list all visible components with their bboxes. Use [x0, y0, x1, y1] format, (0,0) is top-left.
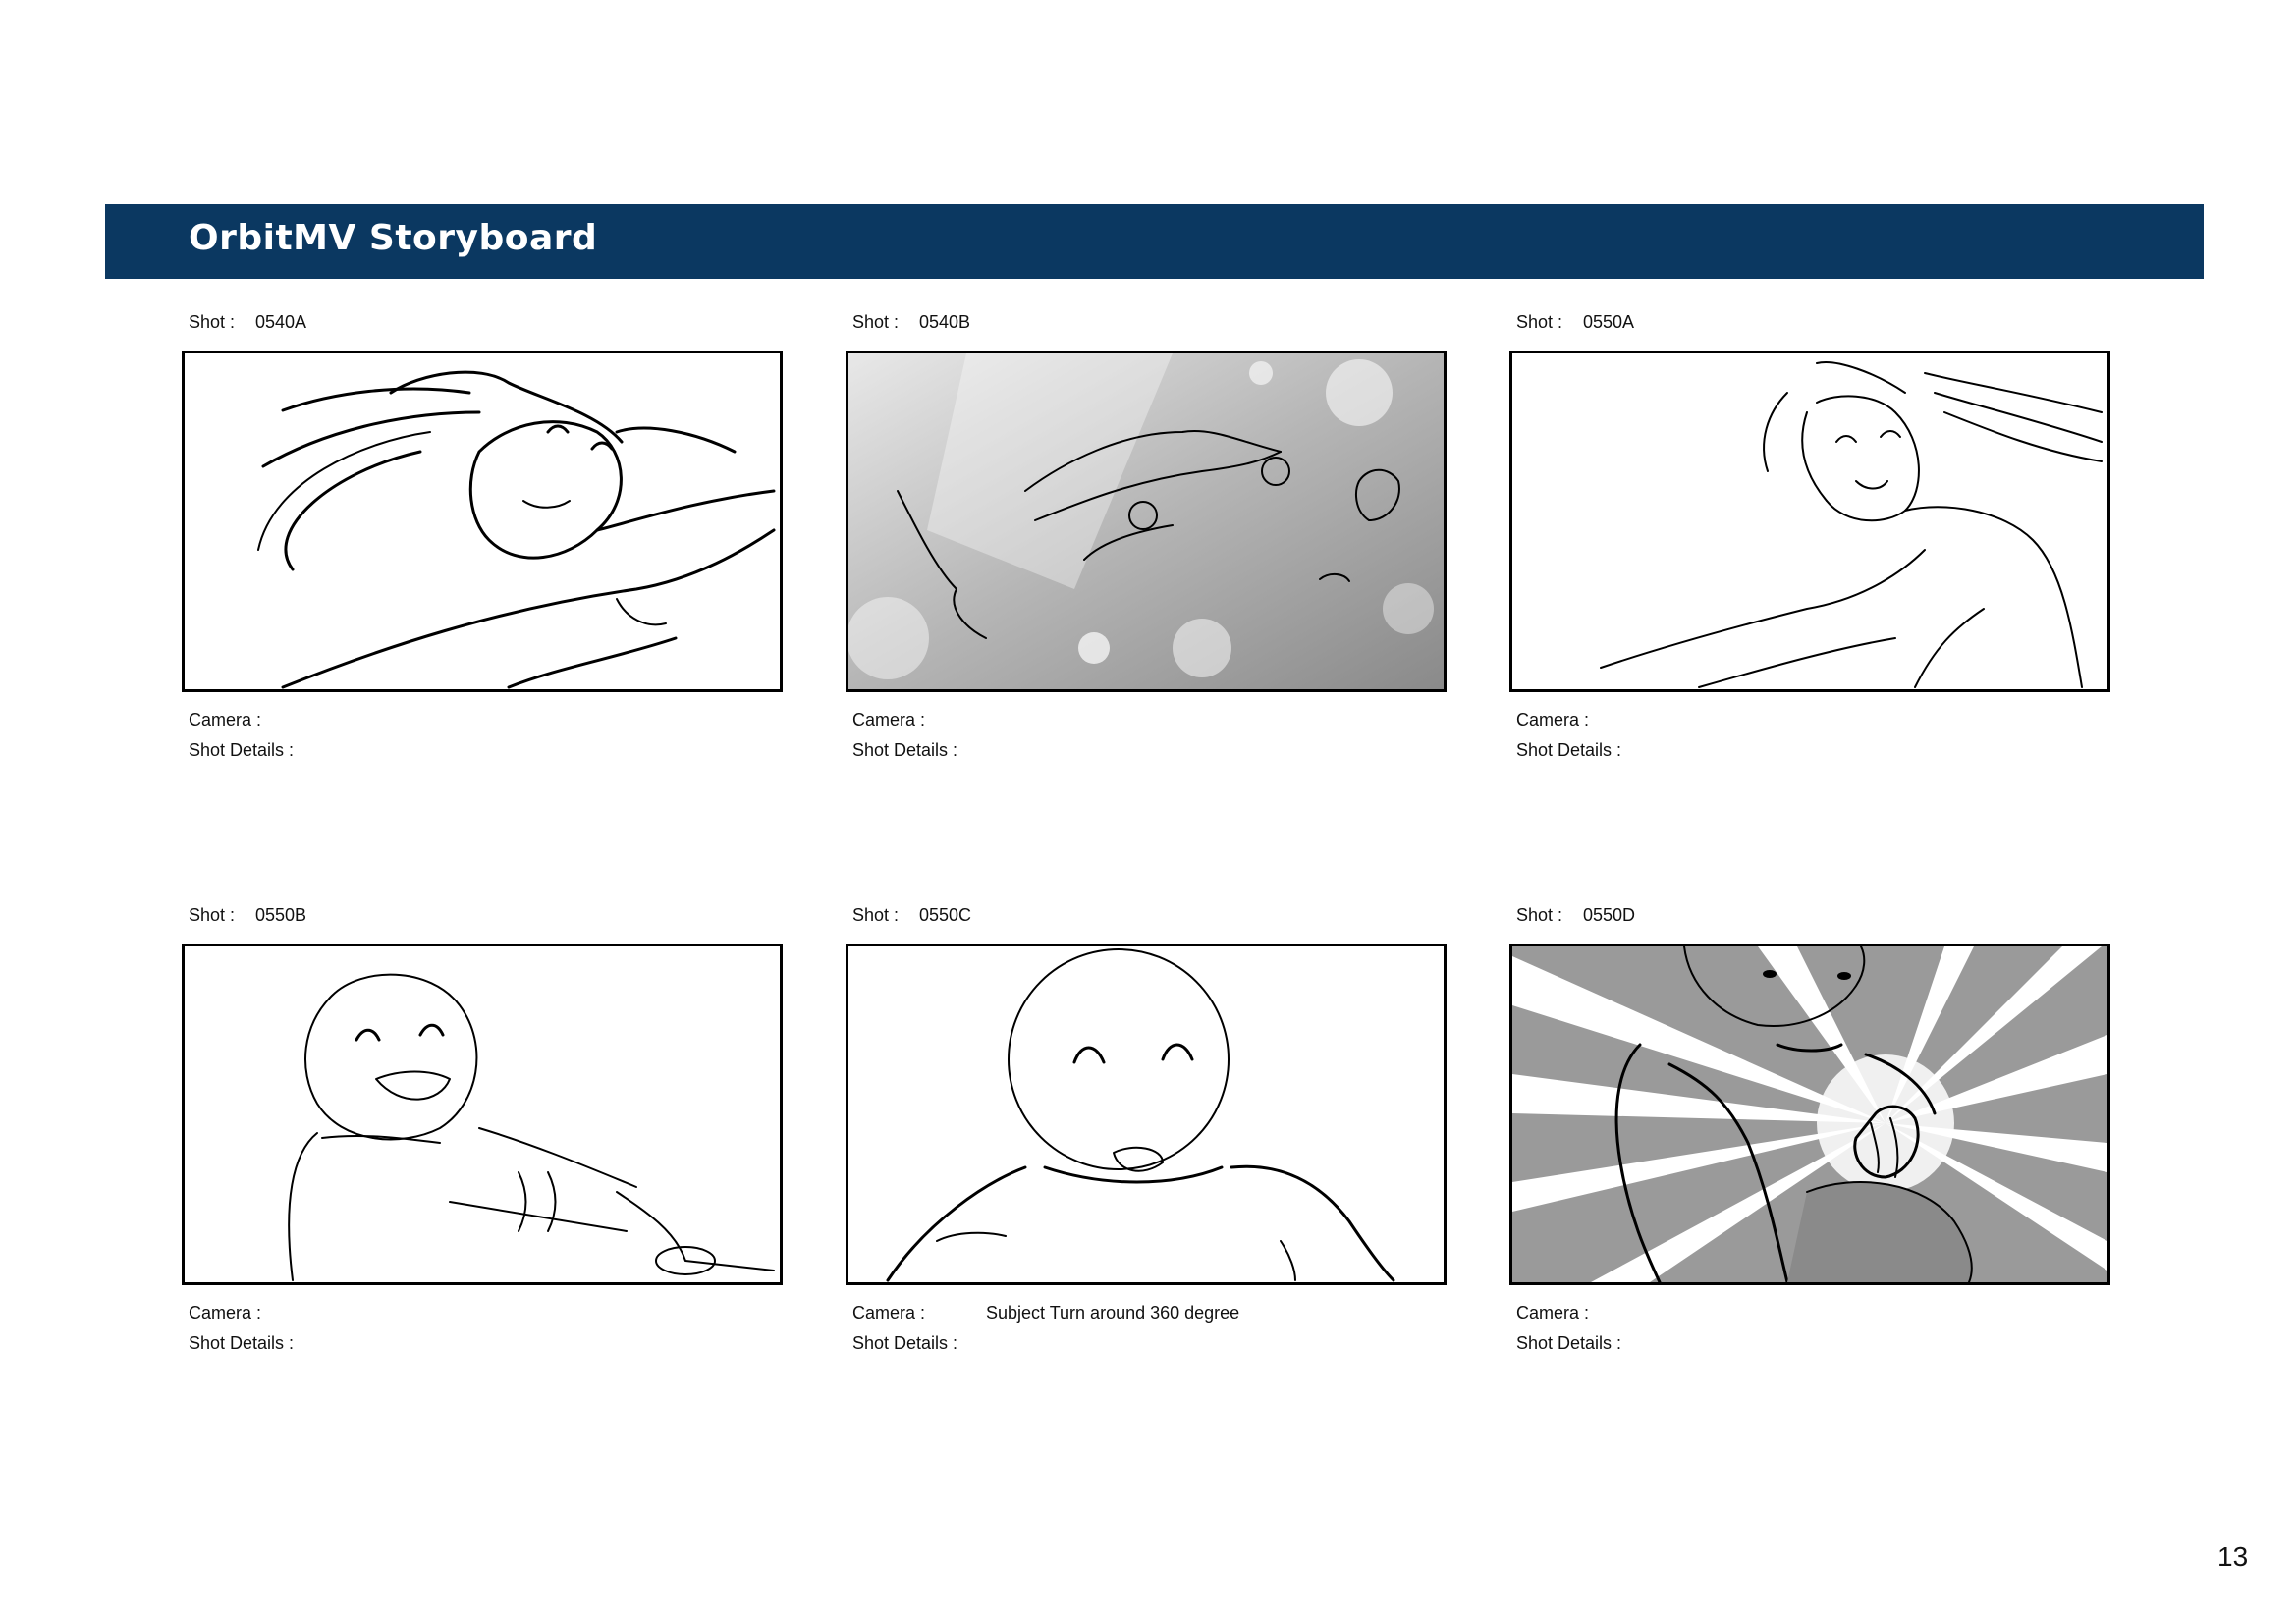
details-label: Shot Details : [852, 1333, 958, 1353]
storyboard-frame [846, 944, 1447, 1285]
shot-label: Shot : [1516, 905, 1563, 925]
sketch-flying-group-bubbles-icon [848, 353, 1444, 689]
sketch-laughing-child-reaching-icon [288, 973, 775, 1281]
shot-number: 0540A [255, 312, 307, 332]
shot-number: 0550D [1583, 905, 1636, 925]
shot-number: 0540B [919, 312, 971, 332]
sketch-child-holding-light-icon [1512, 946, 2107, 1282]
camera-label: Camera : [1516, 1303, 1590, 1323]
shot-line: Shot : 0550D [1516, 905, 1635, 926]
shot-label: Shot : [1516, 312, 1563, 332]
shot-label: Shot : [189, 312, 236, 332]
shot-number: 0550A [1583, 312, 1635, 332]
shot-line: Shot : 0540B [852, 312, 970, 333]
page-title: OrbitMV Storyboard [189, 218, 598, 258]
details-label: Shot Details : [1516, 1333, 1622, 1353]
camera-line: Camera : [189, 710, 322, 730]
camera-label: Camera : [852, 1303, 926, 1323]
details-line: Shot Details : [1516, 1333, 1650, 1354]
shot-number: 0550C [919, 905, 972, 925]
camera-line: Camera : [1516, 1303, 1650, 1324]
shot-line: Shot : 0550A [1516, 312, 1634, 333]
shot-label: Shot : [852, 312, 900, 332]
sketch-girl-smiling-wind-icon [1600, 361, 2103, 688]
details-label: Shot Details : [189, 740, 295, 760]
camera-line: Camera : [852, 710, 986, 730]
shot-line: Shot : 0550B [189, 905, 306, 926]
details-label: Shot Details : [852, 740, 958, 760]
camera-line: Camera : [189, 1303, 322, 1324]
shot-label: Shot : [189, 905, 236, 925]
camera-value: Subject Turn around 360 degree [986, 1303, 1240, 1323]
shot-line: Shot : 0550C [852, 905, 971, 926]
camera-line: Camera : Subject Turn around 360 degree [852, 1303, 1239, 1324]
details-line: Shot Details : [189, 740, 322, 761]
camera-label: Camera : [189, 710, 262, 730]
storyboard-frame [1509, 944, 2110, 1285]
details-line: Shot Details : [852, 1333, 986, 1354]
details-line: Shot Details : [852, 740, 986, 761]
sketch-surprised-child-icon [886, 948, 1395, 1282]
storyboard-frame [182, 351, 783, 692]
sketch-girl-flying-hair-icon [257, 370, 776, 689]
camera-label: Camera : [1516, 710, 1590, 730]
shot-label: Shot : [852, 905, 900, 925]
shot-number: 0550B [255, 905, 307, 925]
camera-label: Camera : [189, 1303, 262, 1323]
details-label: Shot Details : [1516, 740, 1622, 760]
shot-line: Shot : 0540A [189, 312, 306, 333]
details-line: Shot Details : [1516, 740, 1650, 761]
details-label: Shot Details : [189, 1333, 295, 1353]
camera-label: Camera : [852, 710, 926, 730]
page-number: 13 [2217, 1541, 2249, 1572]
storyboard-frame [182, 944, 783, 1285]
details-line: Shot Details : [189, 1333, 322, 1354]
storyboard-frame [1509, 351, 2110, 692]
header-bar: OrbitMV Storyboard [105, 204, 2204, 279]
storyboard-frame [846, 351, 1447, 692]
camera-line: Camera : [1516, 710, 1650, 730]
